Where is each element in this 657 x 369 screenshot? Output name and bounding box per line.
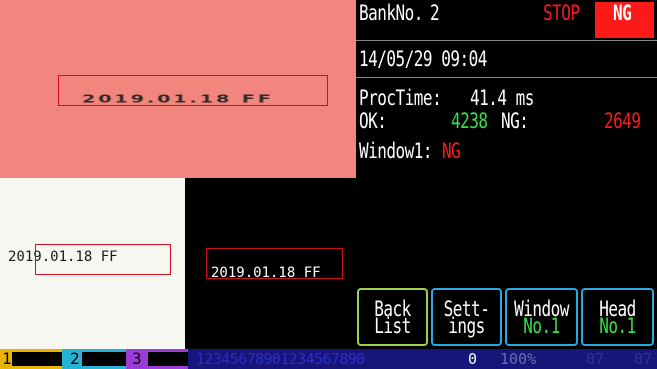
status-bar: 1 2 3 12345678901234567890 0 100% 07 07	[0, 349, 657, 369]
measurement-window-roi-right	[206, 248, 343, 279]
camera-thumbnail-left: 2019.01.18 FF	[0, 178, 185, 349]
counter-b: 07	[634, 350, 653, 368]
measurement-window-roi-left	[35, 244, 171, 275]
window1-label: Window1:	[359, 137, 433, 164]
ocr-string: 12345678901234567890	[196, 350, 365, 368]
proc-time-label: ProcTime:	[359, 84, 442, 111]
ok-count: 4238	[451, 107, 488, 134]
window-select-button[interactable]: Window No.1	[505, 288, 578, 346]
judgement-text: NG	[613, 0, 632, 26]
back-list-button[interactable]: Back List	[357, 288, 428, 346]
judgement-badge: NG	[595, 0, 654, 38]
bank-indicator-1[interactable]: 1	[0, 349, 62, 369]
datetime-divider	[356, 77, 657, 78]
bank-indicator-3[interactable]: 3	[126, 349, 188, 369]
bank-label: BankNo.	[359, 0, 423, 26]
head-select-button[interactable]: Head No.1	[581, 288, 654, 346]
header-divider	[356, 40, 657, 41]
bank-indicator-2[interactable]: 2	[62, 349, 126, 369]
ng-label: NG:	[501, 107, 529, 134]
run-state: STOP	[543, 0, 580, 26]
bank-number: 2	[430, 0, 440, 26]
window1-result: NG	[442, 137, 461, 164]
datetime: 14/05/29 09:04	[359, 45, 487, 72]
proc-time-value: 41.4 ms	[470, 84, 534, 111]
camera-thumbnail-right: 2019.01.18 FF	[185, 178, 356, 349]
ok-label: OK:	[359, 107, 387, 134]
percent-indicator: 100%	[500, 350, 537, 368]
status-info-area: 12345678901234567890 0 100% 07 07	[188, 349, 657, 369]
counter-a: 07	[586, 350, 605, 368]
settings-button[interactable]: Sett- ings	[431, 288, 502, 346]
zero-indicator: 0	[468, 350, 478, 368]
ng-count: 2649	[604, 107, 641, 134]
camera-main-view: 2019.01.18 FF	[0, 0, 356, 178]
measurement-window-roi	[58, 75, 328, 106]
